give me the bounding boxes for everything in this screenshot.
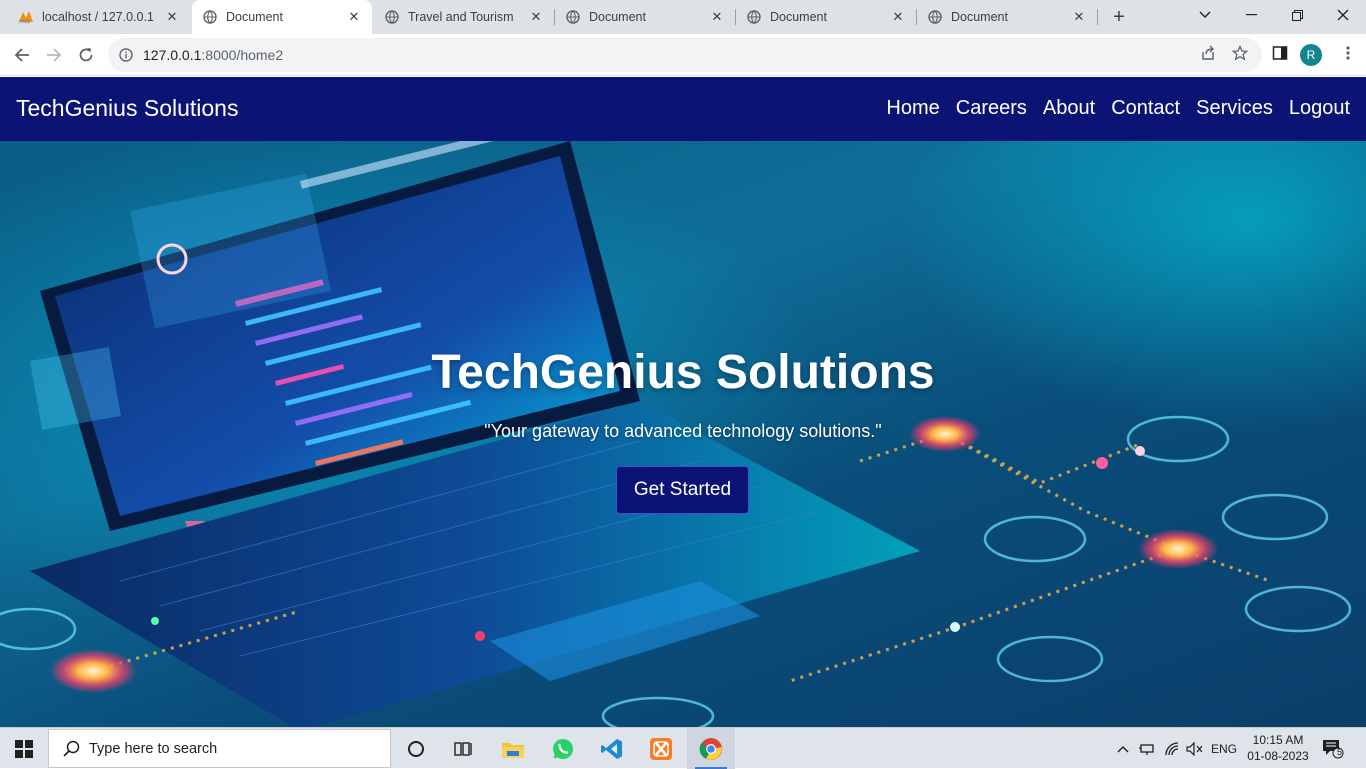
windows-taskbar: Type here to search ENG 10:15 AM 01-08-2…: [0, 727, 1366, 769]
notification-count: 5: [1337, 747, 1343, 757]
minimize-button[interactable]: [1228, 0, 1274, 30]
tab-title: localhost / 127.0.0.1 | phpMyAdmin: [42, 10, 158, 24]
reload-button[interactable]: [72, 41, 100, 69]
wifi-icon[interactable]: [1161, 728, 1183, 769]
network-cable-icon[interactable]: [1136, 728, 1158, 769]
tab-title: Document: [589, 10, 646, 24]
tab-search-chevron-icon[interactable]: [1182, 0, 1228, 30]
site-brand[interactable]: TechGenius Solutions: [16, 95, 238, 122]
nav-links: Home Careers About Contact Services Logo…: [886, 97, 1350, 120]
url-host: 127.0.0.1: [143, 47, 202, 63]
globe-icon: [565, 9, 581, 25]
menu-kebab-icon[interactable]: [1336, 41, 1360, 65]
tab-title: Travel and Tourism: [408, 10, 514, 24]
site-info-icon[interactable]: [118, 47, 134, 63]
nav-link-services[interactable]: Services: [1196, 97, 1273, 120]
close-icon[interactable]: ✕: [709, 9, 725, 25]
close-icon[interactable]: ✕: [1071, 9, 1087, 25]
address-bar[interactable]: 127.0.0.1:8000/home2: [108, 38, 1262, 72]
globe-icon: [746, 9, 762, 25]
task-view-icon[interactable]: [440, 728, 488, 769]
search-icon: [61, 739, 81, 759]
back-button[interactable]: [8, 41, 36, 69]
tab-document-active[interactable]: Document ✕: [192, 0, 372, 34]
tab-travel-and-tourism[interactable]: Travel and Tourism ✕: [374, 0, 554, 34]
tab-title: Document: [951, 10, 1008, 24]
search-placeholder: Type here to search: [89, 740, 218, 757]
tab-separator: [1097, 9, 1098, 25]
nav-link-about[interactable]: About: [1043, 97, 1095, 120]
nav-link-logout[interactable]: Logout: [1289, 97, 1350, 120]
vscode-icon[interactable]: [588, 728, 636, 769]
windows-logo-icon: [15, 739, 33, 758]
tab-phpmyadmin[interactable]: PMA localhost / 127.0.0.1 | phpMyAdmin ✕: [8, 0, 190, 34]
clock-date: 01-08-2023: [1247, 749, 1309, 763]
hero-subtitle: "Your gateway to advanced technology sol…: [484, 421, 882, 441]
cortana-icon[interactable]: [392, 728, 440, 769]
globe-icon: [927, 9, 943, 25]
hero-title: TechGenius Solutions: [431, 346, 935, 399]
profile-avatar[interactable]: R: [1300, 44, 1322, 66]
url-path: :8000/home2: [201, 47, 284, 63]
close-icon[interactable]: ✕: [346, 9, 362, 25]
globe-icon: [202, 9, 218, 25]
close-icon[interactable]: ✕: [164, 9, 180, 25]
url-text: 127.0.0.1:8000/home2: [143, 47, 283, 63]
show-hidden-icons-chevron-icon[interactable]: [1114, 728, 1132, 769]
clock-time: 10:15 AM: [1252, 733, 1304, 747]
language-indicator[interactable]: ENG: [1208, 728, 1240, 769]
chrome-icon[interactable]: [687, 728, 735, 769]
svg-text:PMA: PMA: [19, 20, 30, 25]
taskbar-clock[interactable]: 10:15 AM 01-08-2023: [1244, 732, 1312, 764]
phpmyadmin-icon: PMA: [18, 9, 34, 25]
forward-button[interactable]: [40, 41, 68, 69]
notifications-button[interactable]: 5: [1318, 728, 1348, 769]
close-icon[interactable]: ✕: [890, 9, 906, 25]
nav-link-home[interactable]: Home: [886, 97, 939, 120]
close-window-button[interactable]: [1320, 0, 1366, 30]
xampp-icon[interactable]: [637, 728, 685, 769]
tab-title: Document: [770, 10, 827, 24]
bookmark-star-icon[interactable]: [1228, 41, 1252, 65]
hero-section: TechGenius Solutions "Your gateway to ad…: [0, 141, 1366, 727]
tab-document[interactable]: Document ✕: [736, 0, 916, 34]
share-icon[interactable]: [1196, 41, 1220, 65]
close-icon[interactable]: ✕: [528, 9, 544, 25]
windows-start-button[interactable]: [0, 728, 48, 769]
taskbar-search-box[interactable]: Type here to search: [48, 729, 391, 768]
file-explorer-icon[interactable]: [489, 728, 537, 769]
nav-link-careers[interactable]: Careers: [956, 97, 1027, 120]
browser-toolbar: 127.0.0.1:8000/home2 R: [0, 34, 1366, 76]
restore-button[interactable]: [1274, 0, 1320, 30]
web-page: TechGenius Solutions Home Careers About …: [0, 77, 1366, 727]
tab-title: Document: [226, 10, 283, 24]
nav-link-contact[interactable]: Contact: [1111, 97, 1180, 120]
site-navbar: TechGenius Solutions Home Careers About …: [0, 77, 1366, 141]
tab-document[interactable]: Document ✕: [555, 0, 735, 34]
new-tab-button[interactable]: +: [1108, 6, 1130, 28]
tab-document[interactable]: Document ✕: [917, 0, 1097, 34]
volume-muted-icon[interactable]: [1184, 728, 1206, 769]
side-panel-icon[interactable]: [1268, 41, 1292, 65]
whatsapp-icon[interactable]: [539, 728, 587, 769]
browser-tabstrip: PMA localhost / 127.0.0.1 | phpMyAdmin ✕…: [0, 0, 1366, 34]
get-started-button[interactable]: Get Started: [616, 466, 749, 514]
globe-icon: [384, 9, 400, 25]
